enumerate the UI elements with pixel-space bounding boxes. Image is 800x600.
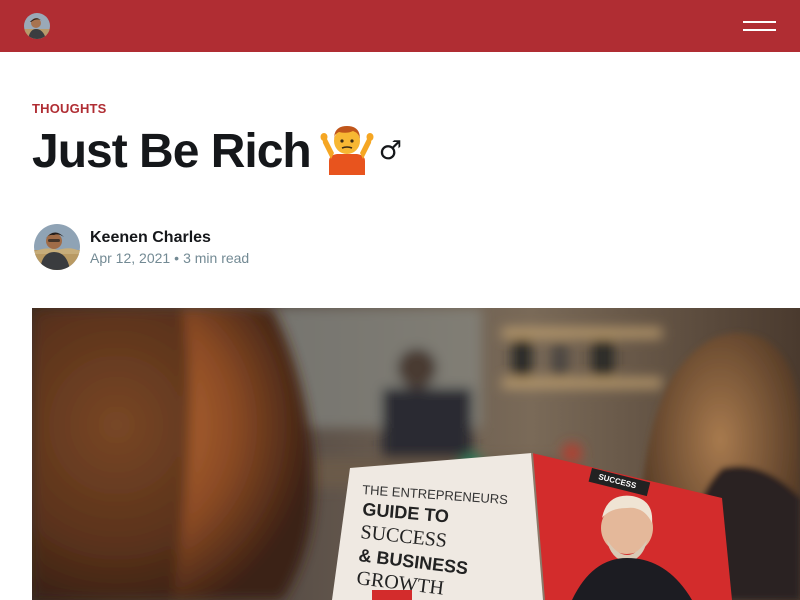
- site-header: [0, 0, 800, 52]
- avatar-image: [34, 224, 80, 270]
- page-title: Just Be Rich ♂: [32, 120, 402, 183]
- post-tag[interactable]: Thoughts: [32, 101, 107, 116]
- avatar-image: [24, 13, 50, 39]
- magazine-photo: THE ENTREPRENEURS GUIDE TO SUCCESS & BUS…: [32, 308, 800, 600]
- post-date: Apr 12, 2021: [90, 250, 171, 266]
- meta-separator: •: [174, 250, 180, 266]
- title-text: Just Be Rich: [32, 125, 312, 178]
- post-meta: Apr 12, 2021 • 3 min read: [90, 250, 249, 266]
- menu-icon[interactable]: [743, 19, 776, 33]
- author-name[interactable]: Keenen Charles: [90, 229, 211, 247]
- feature-image: THE ENTREPRENEURS GUIDE TO SUCCESS & BUS…: [32, 308, 800, 600]
- menu-icon-line: [743, 21, 776, 23]
- site-logo-avatar[interactable]: [24, 13, 50, 39]
- person-shrugging-icon: [320, 126, 374, 175]
- male-sign-glyph: ♂: [378, 136, 403, 166]
- menu-icon-line: [743, 29, 776, 31]
- reading-time: 3 min read: [183, 250, 250, 266]
- author-avatar[interactable]: [34, 224, 80, 270]
